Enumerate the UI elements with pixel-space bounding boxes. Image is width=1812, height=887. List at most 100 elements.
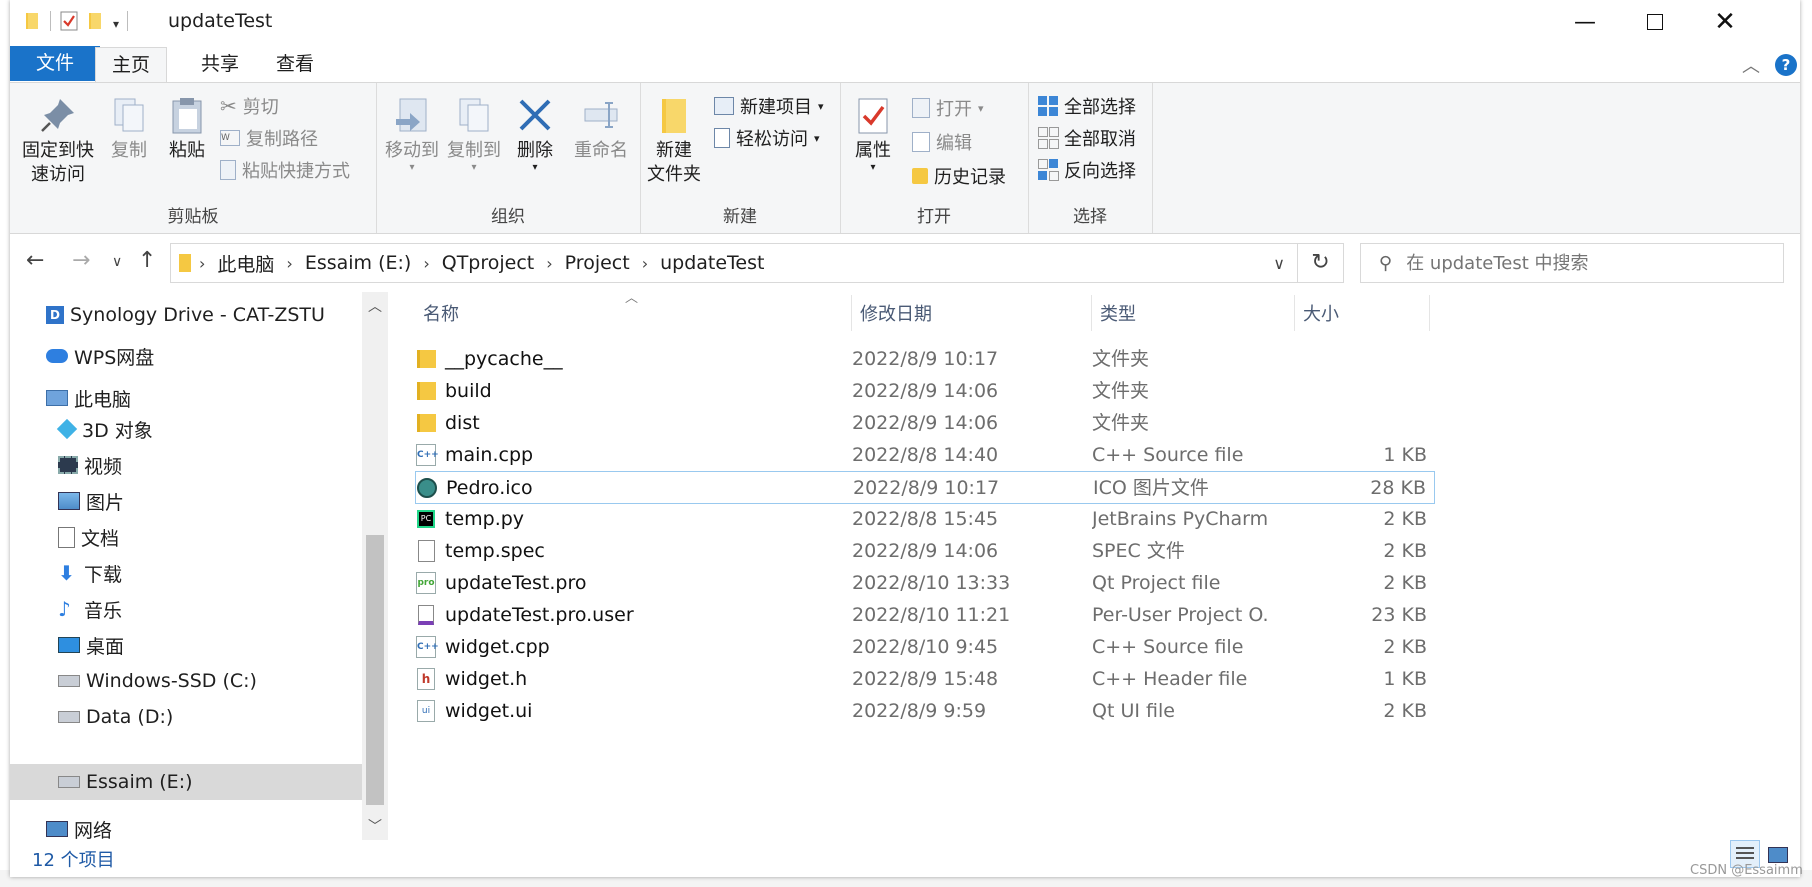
address-bar[interactable]: › 此电脑 › Essaim (E:) › QTproject › Projec…: [170, 243, 1298, 283]
nav-item-drive-e[interactable]: Essaim (E:): [10, 764, 362, 800]
search-box[interactable]: ⚲: [1360, 243, 1784, 283]
nav-item-synology-drive[interactable]: D Synology Drive - CAT-ZSTU: [10, 298, 362, 332]
nav-item-documents[interactable]: 文档: [10, 520, 362, 554]
tab-view[interactable]: 查看: [260, 47, 330, 82]
file-row[interactable]: updateTest.pro.user 2022/8/10 11:21 Per-Us…: [415, 599, 1435, 631]
scrollbar-thumb[interactable]: [366, 535, 384, 805]
close-button[interactable]: ✕: [1690, 0, 1760, 44]
file-name-cell: C++ widget.cpp: [415, 631, 550, 663]
column-header-name[interactable]: 名称 ︿: [415, 291, 852, 331]
scroll-up-icon[interactable]: ︿: [362, 296, 388, 316]
rename-button[interactable]: 重命名: [566, 95, 636, 163]
copy-path-button[interactable]: W 复制路径: [220, 125, 318, 151]
rename-icon: [584, 102, 618, 128]
nav-item-drive-c[interactable]: Windows-SSD (C:): [10, 664, 362, 698]
nav-pane-scrollbar[interactable]: ︿ ﹀: [362, 292, 388, 840]
copy-button[interactable]: 复制: [104, 95, 154, 163]
history-button[interactable]: 历史记录: [912, 163, 1006, 189]
properties-button[interactable]: 属性 ▾: [848, 95, 898, 173]
recent-locations-chevron-icon[interactable]: ∨: [112, 254, 122, 270]
scroll-down-icon[interactable]: ﹀: [362, 816, 388, 836]
file-row[interactable]: C++ main.cpp 2022/8/8 14:40 C++ Source file…: [415, 439, 1435, 471]
new-folder-button[interactable]: 新建 文件夹: [644, 95, 704, 187]
file-row[interactable]: pro updateTest.pro 2022/8/10 13:33 Qt Proje…: [415, 567, 1435, 599]
up-arrow-icon[interactable]: ↑: [138, 248, 156, 273]
column-header-type[interactable]: 类型: [1092, 295, 1295, 331]
crumb-separator-icon[interactable]: ›: [423, 254, 429, 273]
refresh-button[interactable]: ↻: [1298, 243, 1344, 283]
new-folder-label-line2: 文件夹: [647, 164, 701, 185]
file-row[interactable]: __pycache__ 2022/8/9 10:17 文件夹: [415, 343, 1435, 375]
nav-item-downloads[interactable]: ⬇ 下载: [10, 556, 362, 590]
select-all-button[interactable]: 全部选择: [1038, 93, 1136, 119]
qat-dropdown-icon[interactable]: ▾: [113, 17, 119, 31]
delete-button[interactable]: 删除 ▾: [510, 95, 560, 173]
file-row[interactable]: PC temp.py 2022/8/8 15:45 JetBrains PyCharm…: [415, 503, 1435, 535]
drive-icon: [58, 776, 80, 788]
windows-drive-icon: [58, 675, 80, 687]
forward-arrow-icon[interactable]: →: [72, 248, 90, 273]
column-header-name-label: 名称: [423, 304, 459, 325]
crumb-separator-icon[interactable]: ›: [286, 254, 292, 273]
tab-share[interactable]: 共享: [185, 47, 255, 82]
collapse-ribbon-icon[interactable]: ︿: [1742, 52, 1760, 78]
navigation-pane: D Synology Drive - CAT-ZSTU WPS网盘 此电脑 3D…: [10, 292, 362, 840]
file-name-cell: PC temp.py: [415, 503, 524, 535]
nav-item-desktop[interactable]: 桌面: [10, 628, 362, 662]
new-folder-qat-icon[interactable]: [87, 11, 105, 31]
crumb-separator-icon[interactable]: ›: [546, 254, 552, 273]
file-row[interactable]: C++ widget.cpp 2022/8/10 9:45 C++ Source fi…: [415, 631, 1435, 663]
move-to-button[interactable]: 移动到 ▾: [382, 95, 442, 173]
nav-item-music[interactable]: ♪ 音乐: [10, 592, 362, 626]
nav-item-network[interactable]: 网络: [10, 812, 362, 840]
address-history-chevron-icon[interactable]: ∨: [1273, 254, 1285, 273]
nav-item-videos[interactable]: 视频: [10, 448, 362, 482]
document-icon: [58, 526, 75, 548]
crumb-separator-icon[interactable]: ›: [199, 254, 205, 273]
properties-qat-icon[interactable]: [59, 10, 79, 32]
tab-file[interactable]: 文件: [10, 46, 101, 81]
file-row[interactable]: Pedro.ico 2022/8/9 10:17 ICO 图片文件 28 KB: [415, 471, 1435, 504]
file-name-cell: pro updateTest.pro: [415, 567, 586, 599]
back-arrow-icon[interactable]: ←: [26, 248, 44, 273]
crumb-separator-icon[interactable]: ›: [642, 254, 648, 273]
breadcrumb-this-pc[interactable]: 此电脑: [217, 250, 274, 277]
pin-label-line2: 速访问: [31, 164, 85, 185]
music-icon: ♪: [58, 597, 71, 621]
file-row[interactable]: ui widget.ui 2022/8/9 9:59 Qt UI file 2 KB: [415, 695, 1435, 727]
breadcrumb-updatetest[interactable]: updateTest: [660, 252, 764, 274]
easy-access-button[interactable]: 轻松访问 ▾: [714, 125, 820, 151]
edit-button[interactable]: 编辑: [912, 129, 972, 155]
copy-to-button[interactable]: 复制到 ▾: [444, 95, 504, 173]
select-none-button[interactable]: 全部取消: [1038, 125, 1136, 151]
breadcrumb-qtproject[interactable]: QTproject: [442, 252, 535, 274]
nav-item-this-pc[interactable]: 此电脑: [10, 381, 362, 415]
paste-button[interactable]: 粘贴: [162, 95, 212, 163]
maximize-button[interactable]: [1620, 0, 1690, 44]
file-name: updateTest.pro.user: [445, 604, 634, 626]
paste-shortcut-button[interactable]: 粘贴快捷方式: [220, 157, 350, 183]
help-icon[interactable]: ?: [1775, 54, 1797, 76]
tab-home[interactable]: 主页: [95, 47, 168, 84]
column-header-date[interactable]: 修改日期: [852, 295, 1092, 331]
breadcrumb-project[interactable]: Project: [565, 252, 630, 274]
file-row[interactable]: h widget.h 2022/8/9 15:48 C++ Header file 1 …: [415, 663, 1435, 695]
open-button[interactable]: 打开 ▾: [912, 95, 984, 121]
nav-item-pictures[interactable]: 图片: [10, 484, 362, 518]
cut-button[interactable]: ✂ 剪切: [220, 93, 279, 119]
nav-item-wps-cloud[interactable]: WPS网盘: [10, 339, 362, 373]
cut-label: 剪切: [242, 97, 279, 118]
new-group: 新建 文件夹 新建项目 ▾ 轻松访问 ▾ 新建: [640, 83, 841, 233]
file-row[interactable]: temp.spec 2022/8/9 14:06 SPEC 文件 2 KB: [415, 535, 1435, 567]
file-row[interactable]: build 2022/8/9 14:06 文件夹: [415, 375, 1435, 407]
new-item-button[interactable]: 新建项目 ▾: [714, 93, 824, 119]
nav-item-3d-objects[interactable]: 3D 对象: [10, 412, 362, 446]
minimize-button[interactable]: —: [1550, 0, 1620, 44]
invert-selection-button[interactable]: 反向选择: [1038, 157, 1136, 183]
search-input[interactable]: [1404, 251, 1769, 275]
nav-item-drive-d[interactable]: Data (D:): [10, 700, 362, 734]
pin-quick-access-button[interactable]: 固定到快 速访问: [18, 95, 98, 187]
breadcrumb-drive-e[interactable]: Essaim (E:): [305, 252, 412, 274]
column-header-size[interactable]: 大小: [1295, 295, 1430, 331]
file-row[interactable]: dist 2022/8/9 14:06 文件夹: [415, 407, 1435, 439]
